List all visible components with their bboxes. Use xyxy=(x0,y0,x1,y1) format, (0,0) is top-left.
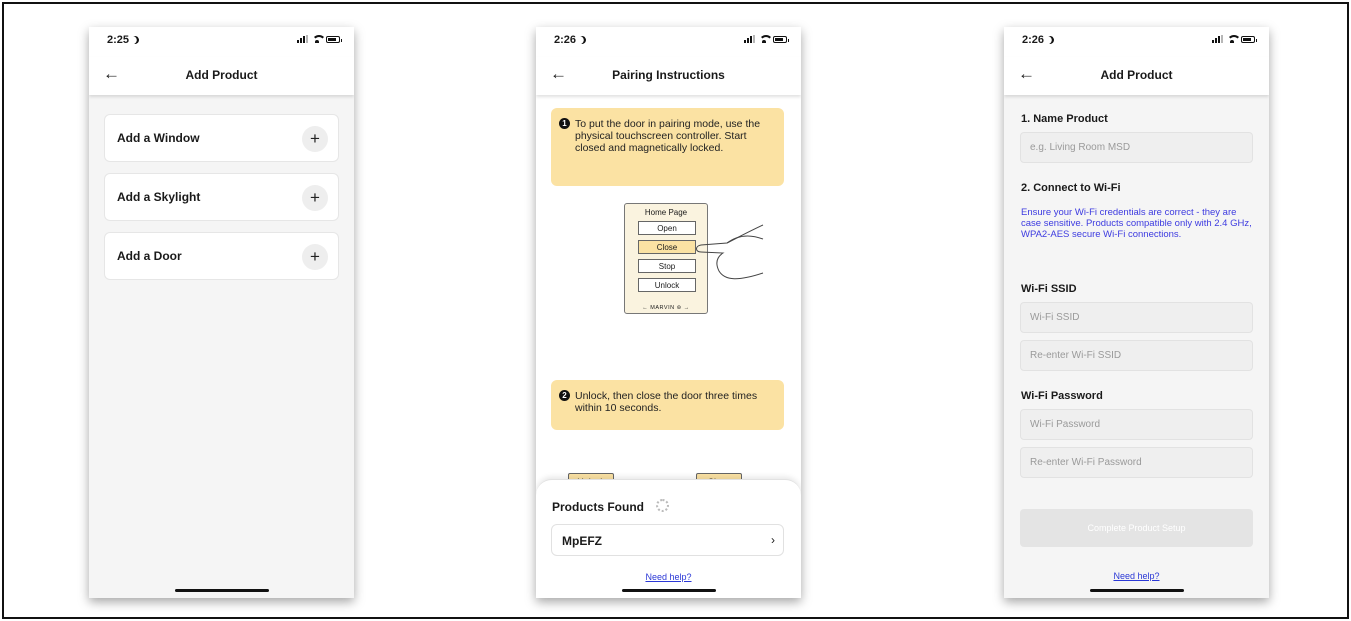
signal-icon xyxy=(1212,35,1223,43)
password-field[interactable]: Wi-Fi Password xyxy=(1020,409,1253,440)
card-label: Add a Skylight xyxy=(117,190,201,204)
controller-unlock: Unlock xyxy=(638,278,696,292)
complete-setup-button[interactable]: Complete Product Setup xyxy=(1020,509,1253,547)
card-label: Add a Window xyxy=(117,131,200,145)
battery-icon xyxy=(773,36,789,43)
products-found-sheet: Products Found MpEFZ › Need help? xyxy=(536,479,801,598)
status-bar: 2:26 xyxy=(1004,27,1269,57)
status-bar: 2:25 xyxy=(89,27,354,57)
product-list-item[interactable]: MpEFZ › xyxy=(551,524,784,556)
controller-brand: ← MARVIN ⊚ → xyxy=(642,305,690,311)
time-text: 2:26 xyxy=(1022,34,1045,46)
controller-stop: Stop xyxy=(638,259,696,273)
hand-pointing-icon xyxy=(696,224,764,280)
password-confirm-field[interactable]: Re-enter Wi-Fi Password xyxy=(1020,447,1253,478)
time-text: 2:26 xyxy=(554,34,577,46)
add-skylight-card[interactable]: Add a Skylight + xyxy=(104,173,339,221)
controller-title: Home Page xyxy=(644,208,688,217)
nav-bar: ← Pairing Instructions xyxy=(536,57,801,95)
page-title: Add Product xyxy=(1100,68,1173,82)
status-time: 2:26 xyxy=(1022,34,1054,46)
add-door-card[interactable]: Add a Door + xyxy=(104,232,339,280)
step-1-callout: 1 To put the door in pairing mode, use t… xyxy=(551,108,784,186)
step-2-callout: 2 Unlock, then close the door three time… xyxy=(551,380,784,430)
system-icons xyxy=(1212,35,1257,43)
need-help-link[interactable]: Need help? xyxy=(536,572,801,582)
page-title: Add Product xyxy=(185,68,258,82)
plus-icon[interactable]: + xyxy=(302,185,328,211)
controller-close: Close xyxy=(638,240,696,254)
plus-icon[interactable]: + xyxy=(302,244,328,270)
wifi-icon xyxy=(312,35,326,43)
ssid-confirm-field[interactable]: Re-enter Wi-Fi SSID xyxy=(1020,340,1253,371)
card-label: Add a Door xyxy=(117,249,182,263)
step-number-badge: 1 xyxy=(559,118,570,129)
wifi-compatibility-note: Ensure your Wi-Fi credentials are correc… xyxy=(1021,207,1252,240)
status-time: 2:25 xyxy=(107,34,139,46)
signal-icon xyxy=(744,35,755,43)
system-icons xyxy=(744,35,789,43)
controller-open: Open xyxy=(638,221,696,235)
phone-add-product-form: 2:26 ← Add Product 1. Name Product e.g. … xyxy=(1004,27,1269,598)
plus-icon[interactable]: + xyxy=(302,126,328,152)
system-icons xyxy=(297,35,342,43)
status-bar: 2:26 xyxy=(536,27,801,57)
wifi-icon xyxy=(759,35,773,43)
product-name: MpEFZ xyxy=(562,534,602,548)
nav-bar: ← Add Product xyxy=(1004,57,1269,95)
phone-pairing-instructions: 2:26 ← Pairing Instructions 1 To put the… xyxy=(536,27,801,598)
nav-bar: ← Add Product xyxy=(89,57,354,95)
step-text: To put the door in pairing mode, use the… xyxy=(575,118,761,154)
chevron-right-icon: › xyxy=(771,533,775,547)
product-name-field[interactable]: e.g. Living Room MSD xyxy=(1020,132,1253,163)
add-window-card[interactable]: Add a Window + xyxy=(104,114,339,162)
sheet-title: Products Found xyxy=(552,500,644,514)
ssid-label: Wi-Fi SSID xyxy=(1021,283,1077,295)
home-indicator[interactable] xyxy=(1089,589,1184,592)
battery-icon xyxy=(326,36,342,43)
status-time: 2:26 xyxy=(554,34,586,46)
moon-icon xyxy=(130,35,141,46)
home-indicator[interactable] xyxy=(174,589,269,592)
page-title: Pairing Instructions xyxy=(612,68,725,82)
battery-icon xyxy=(1241,36,1257,43)
moon-icon xyxy=(1045,35,1056,46)
password-label: Wi-Fi Password xyxy=(1021,390,1103,402)
ssid-field[interactable]: Wi-Fi SSID xyxy=(1020,302,1253,333)
section-connect-wifi: 2. Connect to Wi-Fi xyxy=(1021,182,1121,194)
step-number-badge: 2 xyxy=(559,390,570,401)
time-text: 2:25 xyxy=(107,34,130,46)
section-name-product: 1. Name Product xyxy=(1021,113,1108,125)
moon-icon xyxy=(577,35,588,46)
need-help-link[interactable]: Need help? xyxy=(1004,571,1269,581)
wifi-icon xyxy=(1227,35,1241,43)
home-indicator[interactable] xyxy=(621,589,716,592)
loading-spinner-icon xyxy=(656,499,669,512)
signal-icon xyxy=(297,35,308,43)
step-text: Unlock, then close the door three times … xyxy=(575,390,758,414)
phone-add-product: 2:25 ← Add Product Add a Window + Add a … xyxy=(89,27,354,598)
